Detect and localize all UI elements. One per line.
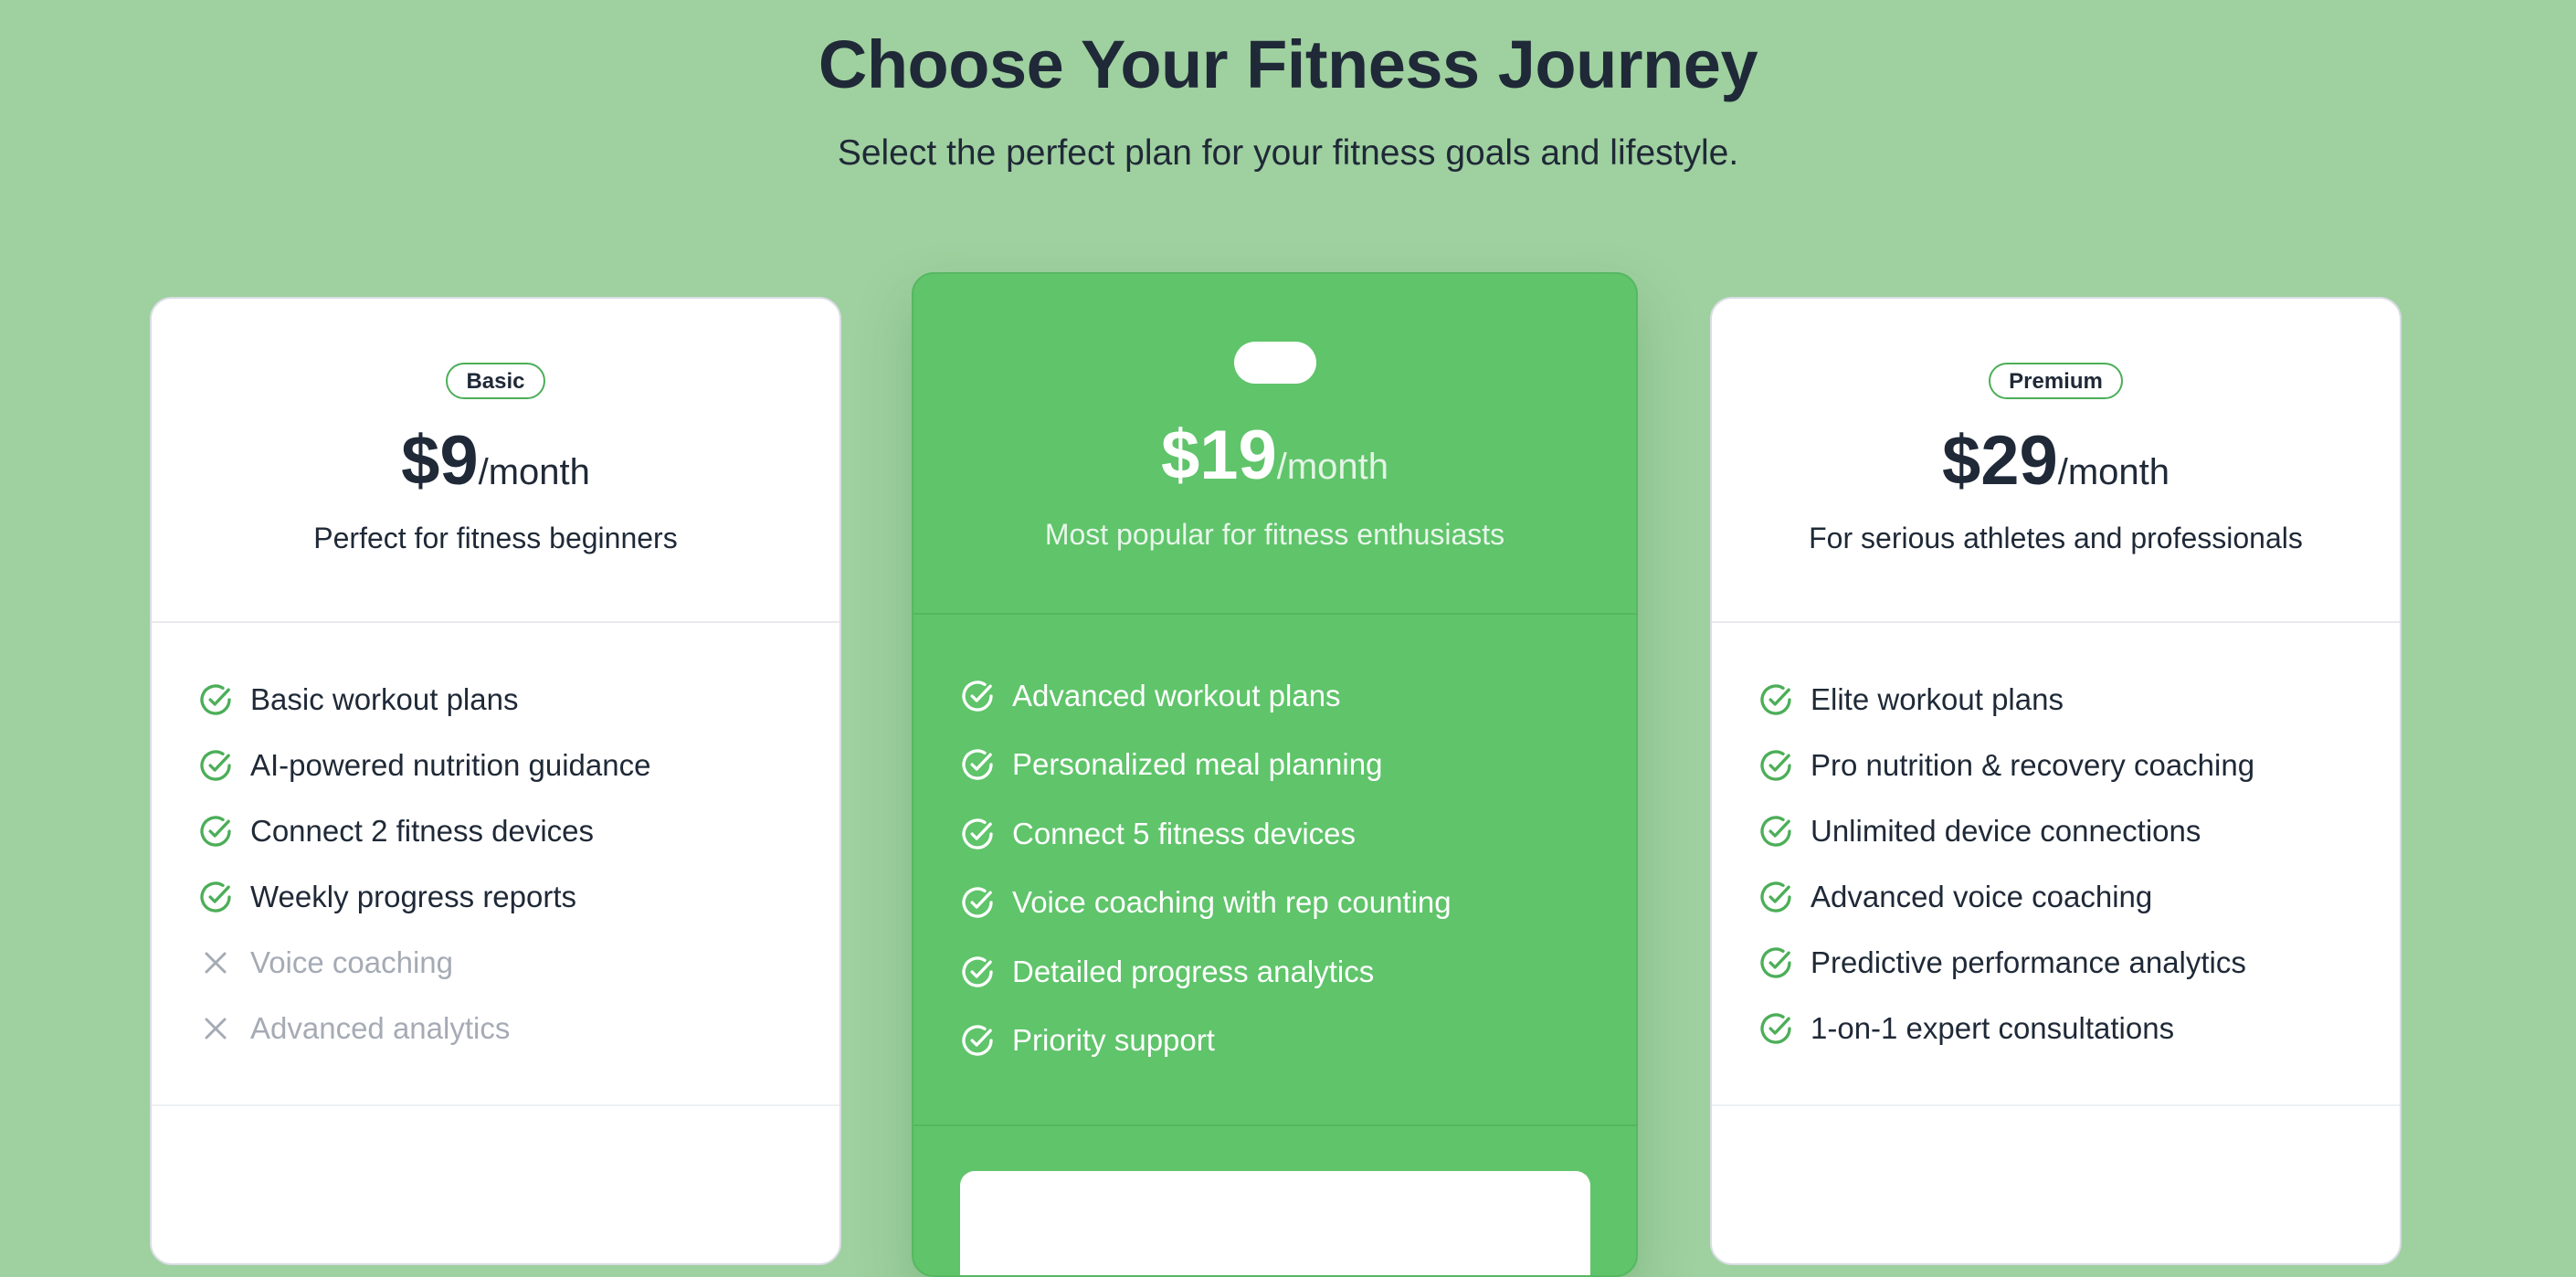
price-row: $19/month [913,421,1636,491]
check-circle-icon [959,816,996,852]
plan-price: $9 [401,422,479,500]
feature-item: Detailed progress analytics [959,937,1636,1007]
feature-item: Predictive performance analytics [1758,930,2400,996]
check-circle-icon [197,879,234,915]
feature-item: Voice coaching [197,930,839,996]
page-title: Choose Your Fitness Journey [818,26,1758,102]
feature-label: Personalized meal planning [1012,747,1383,782]
plan-tagline: Perfect for fitness beginners [313,522,678,554]
feature-item: Voice coaching with rep counting [959,869,1636,938]
plan-badge: Premium [1989,363,2123,399]
check-circle-icon [959,1022,996,1059]
feature-label: Voice coaching with rep counting [1012,885,1452,920]
feature-item: Weekly progress reports [197,864,839,930]
feature-item: Advanced analytics [197,996,839,1061]
plan-card-premium: Premium $29/month For serious athletes a… [1710,297,2402,1265]
check-circle-icon [959,746,996,783]
plan-card-popular: $19/month Most popular for fitness enthu… [912,272,1638,1277]
check-circle-icon [197,681,234,718]
feature-item: 1-on-1 expert consultations [1758,996,2400,1061]
plan-price: $29 [1941,422,2058,500]
check-circle-icon [1758,813,1794,850]
feature-item: Connect 2 fitness devices [197,798,839,864]
feature-label: Elite workout plans [1811,682,2064,716]
plan-period: /month [478,452,590,492]
feature-item: AI-powered nutrition guidance [197,733,839,798]
check-circle-icon [1758,747,1794,784]
feature-label: Advanced workout plans [1012,678,1341,712]
feature-item: Basic workout plans [197,667,839,733]
feature-item: Personalized meal planning [959,731,1636,800]
plan-period: /month [1276,447,1389,487]
feature-label: Voice coaching [250,945,453,979]
check-circle-icon [197,813,234,850]
check-circle-icon [1758,1010,1794,1047]
feature-item: Advanced workout plans [959,661,1636,731]
plan-header: $19/month Most popular for fitness enthu… [913,274,1636,615]
plan-tagline: Most popular for fitness enthusiasts [1044,518,1505,551]
feature-label: Advanced voice coaching [1811,880,2153,913]
feature-item: Pro nutrition & recovery coaching [1758,733,2400,798]
price-row: $29/month [1712,427,2400,496]
feature-label: Advanced analytics [250,1011,511,1045]
plan-header: Premium $29/month For serious athletes a… [1712,299,2400,623]
feature-item: Priority support [959,1007,1636,1076]
plan-badge [1233,342,1316,384]
feature-label: Priority support [1012,1023,1215,1058]
feature-label: Basic workout plans [250,682,519,716]
card-divider [1712,1104,2400,1106]
check-circle-icon [1758,945,1794,981]
feature-item: Connect 5 fitness devices [959,799,1636,869]
page-subtitle: Select the perfect plan for your fitness… [837,133,1739,173]
plan-price: $19 [1160,417,1277,494]
feature-label: Weekly progress reports [250,880,577,913]
feature-item: Elite workout plans [1758,667,2400,733]
feature-label: 1-on-1 expert consultations [1811,1011,2175,1045]
x-icon [197,945,234,981]
check-circle-icon [959,678,996,714]
plan-card-basic: Basic $9/month Perfect for fitness begin… [150,297,841,1265]
plan-header: Basic $9/month Perfect for fitness begin… [152,299,839,623]
feature-label: Unlimited device connections [1811,814,2201,848]
feature-item: Unlimited device connections [1758,798,2400,864]
feature-label: Connect 5 fitness devices [1012,816,1357,850]
select-plan-button[interactable] [960,1171,1590,1275]
card-divider [913,1124,1636,1126]
price-row: $9/month [152,427,839,496]
feature-list: Basic workout plans AI-powered nutrition … [152,623,839,1061]
feature-label: AI-powered nutrition guidance [250,748,651,782]
check-circle-icon [197,747,234,784]
check-circle-icon [1758,681,1794,718]
feature-list: Elite workout plans Pro nutrition & recov… [1712,623,2400,1061]
check-circle-icon [959,954,996,990]
plan-period: /month [2057,452,2170,492]
feature-item: Advanced voice coaching [1758,864,2400,930]
feature-label: Predictive performance analytics [1811,945,2246,979]
plan-tagline: For serious athletes and professionals [1809,522,2303,554]
feature-label: Pro nutrition & recovery coaching [1811,748,2255,782]
feature-label: Connect 2 fitness devices [250,814,595,848]
card-divider [152,1104,839,1106]
plan-badge: Basic [446,363,545,399]
x-icon [197,1010,234,1047]
feature-label: Detailed progress analytics [1012,954,1375,988]
feature-list: Advanced workout plans Personalized meal … [913,615,1636,1075]
check-circle-icon [1758,879,1794,915]
check-circle-icon [959,884,996,921]
